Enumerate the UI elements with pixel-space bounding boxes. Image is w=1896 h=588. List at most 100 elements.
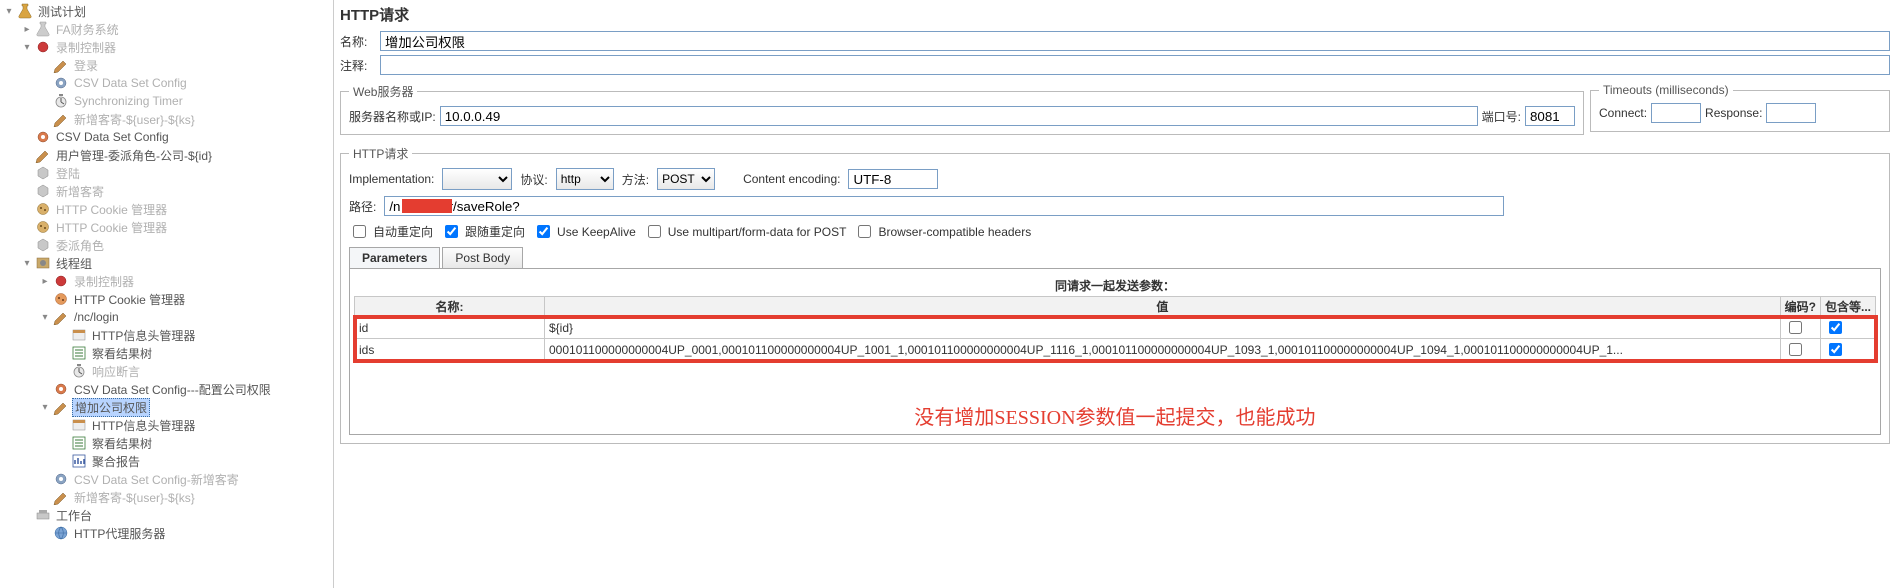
- tree-item[interactable]: ▾录制控制器: [4, 38, 333, 56]
- tree-item-label: 新增客寄: [54, 183, 106, 200]
- tree-item-label: HTTP信息头管理器: [90, 417, 197, 434]
- http-request-fieldset: HTTP请求 Implementation: 协议: http 方法: POST…: [340, 145, 1890, 444]
- col-encode-header: 编码?: [1780, 297, 1820, 317]
- header-icon: [71, 327, 87, 343]
- encoding-input[interactable]: [848, 169, 938, 189]
- connect-input[interactable]: [1651, 103, 1701, 123]
- tree-item[interactable]: ▸录制控制器: [4, 272, 333, 290]
- tree-toggle-icon[interactable]: ▾: [22, 258, 32, 269]
- tree-item-label: 登陆: [54, 165, 82, 182]
- param-value-cell[interactable]: 000101100000000004UP_0001,00010110000000…: [545, 339, 1781, 361]
- tree-item-label: 新增客寄-${user}-${ks}: [72, 489, 197, 506]
- comment-input[interactable]: [380, 55, 1890, 75]
- tree-item-label: Synchronizing Timer: [72, 94, 185, 108]
- tree-item-label: 工作台: [54, 507, 94, 524]
- gear-red-icon: [35, 129, 51, 145]
- tree-item[interactable]: 响应断言: [4, 362, 333, 380]
- tree-item[interactable]: 聚合报告: [4, 452, 333, 470]
- gear-red-icon: [53, 381, 69, 397]
- tree-item[interactable]: 登陆: [4, 164, 333, 182]
- tree-item[interactable]: 用户管理-委派角色-公司-${id}: [4, 146, 333, 164]
- tree-item[interactable]: HTTP信息头管理器: [4, 416, 333, 434]
- tree-item[interactable]: 察看结果树: [4, 344, 333, 362]
- params-table[interactable]: 名称: 值 编码? 包含等... id${id}ids0001011000000…: [354, 296, 1876, 361]
- pencil-icon: [53, 489, 69, 505]
- tree-item[interactable]: Synchronizing Timer: [4, 92, 333, 110]
- tree-toggle-icon[interactable]: ▸: [22, 24, 32, 35]
- proxy-icon: [53, 525, 69, 541]
- tree-item[interactable]: HTTP代理服务器: [4, 524, 333, 542]
- tree-item[interactable]: 登录: [4, 56, 333, 74]
- rec-icon: [53, 273, 69, 289]
- tree-toggle-icon[interactable]: ▾: [40, 312, 50, 323]
- tree-toggle-icon[interactable]: ▸: [40, 276, 50, 287]
- tree-item[interactable]: HTTP信息头管理器: [4, 326, 333, 344]
- cube-icon: [35, 237, 51, 253]
- tree-item[interactable]: ▸ FA财务系统: [4, 20, 333, 38]
- flask-grey-icon: [35, 21, 51, 37]
- param-include-cell[interactable]: [1820, 339, 1875, 361]
- implementation-label: Implementation:: [349, 172, 434, 186]
- multipart-checkbox[interactable]: Use multipart/form-data for POST: [644, 222, 847, 241]
- tree-toggle-icon[interactable]: ▾: [22, 42, 32, 53]
- gear-icon: [53, 75, 69, 91]
- implementation-select[interactable]: [442, 168, 512, 190]
- tree-item-label: 登录: [72, 57, 100, 74]
- param-include-cell[interactable]: [1820, 317, 1875, 339]
- tree-item[interactable]: HTTP Cookie 管理器: [4, 290, 333, 308]
- port-label: 端口号:: [1482, 108, 1521, 125]
- tree-item[interactable]: ▾线程组: [4, 254, 333, 272]
- tab-parameters[interactable]: Parameters: [349, 247, 440, 268]
- tree-item[interactable]: 察看结果树: [4, 434, 333, 452]
- protocol-select[interactable]: http: [556, 168, 614, 190]
- bench-icon: [35, 507, 51, 523]
- tree-item[interactable]: 新增客寄-${user}-${ks}: [4, 110, 333, 128]
- tree-item[interactable]: CSV Data Set Config-新增客寄: [4, 470, 333, 488]
- http-request-editor: HTTP请求 名称: 注释: Web服务器 服务器名称或IP: 端口号: Tim…: [334, 0, 1896, 588]
- tree-toggle-icon[interactable]: ▾: [40, 402, 50, 413]
- browser-compat-checkbox[interactable]: Browser-compatible headers: [854, 222, 1031, 241]
- tree-item[interactable]: HTTP Cookie 管理器: [4, 200, 333, 218]
- path-input[interactable]: [384, 196, 1504, 216]
- tree-item[interactable]: ▾增加公司权限: [4, 398, 333, 416]
- tree-item[interactable]: CSV Data Set Config: [4, 74, 333, 92]
- tree-item-label: HTTP Cookie 管理器: [54, 201, 169, 218]
- tree-item[interactable]: ▾测试计划: [4, 2, 333, 20]
- pencil-icon: [53, 111, 69, 127]
- param-encode-cell[interactable]: [1780, 339, 1820, 361]
- tree-item-label: 委派角色: [54, 237, 106, 254]
- response-input[interactable]: [1766, 103, 1816, 123]
- http-request-legend: HTTP请求: [349, 145, 412, 162]
- table-row[interactable]: ids000101100000000004UP_0001,00010110000…: [355, 339, 1876, 361]
- tree-toggle-icon[interactable]: ▾: [4, 6, 14, 17]
- tab-post-body[interactable]: Post Body: [442, 247, 523, 268]
- tree-item-label: 新增客寄-${user}-${ks}: [72, 111, 197, 128]
- tree-item[interactable]: ▾/nc/login: [4, 308, 333, 326]
- tree-item-label: 聚合报告: [90, 453, 142, 470]
- auto-redirect-checkbox[interactable]: 自动重定向: [349, 222, 433, 241]
- tree-item[interactable]: CSV Data Set Config: [4, 128, 333, 146]
- port-input[interactable]: [1525, 106, 1575, 126]
- tree-item[interactable]: 委派角色: [4, 236, 333, 254]
- tree-item[interactable]: CSV Data Set Config---配置公司权限: [4, 380, 333, 398]
- server-ip-input[interactable]: [440, 106, 1478, 126]
- page-title: HTTP请求: [340, 4, 1890, 25]
- param-name-cell[interactable]: ids: [355, 339, 545, 361]
- tree-item[interactable]: HTTP Cookie 管理器: [4, 218, 333, 236]
- table-row[interactable]: id${id}: [355, 317, 1876, 339]
- param-name-cell[interactable]: id: [355, 317, 545, 339]
- method-select[interactable]: POST: [657, 168, 715, 190]
- param-value-cell[interactable]: ${id}: [545, 317, 1781, 339]
- test-plan-tree[interactable]: ▾测试计划▸FA财务系统▾录制控制器登录CSV Data Set ConfigS…: [0, 0, 334, 588]
- name-input[interactable]: [380, 31, 1890, 51]
- keepalive-checkbox[interactable]: Use KeepAlive: [533, 222, 636, 241]
- response-label: Response:: [1705, 106, 1762, 120]
- tree-item[interactable]: 新增客寄: [4, 182, 333, 200]
- tree-res-icon: [71, 345, 87, 361]
- param-encode-cell[interactable]: [1780, 317, 1820, 339]
- tree-item[interactable]: 新增客寄-${user}-${ks}: [4, 488, 333, 506]
- follow-redirect-checkbox[interactable]: 跟随重定向: [441, 222, 525, 241]
- tree-item[interactable]: 工作台: [4, 506, 333, 524]
- tree-item-label: FA财务系统: [54, 21, 121, 38]
- tree-item-label: 用户管理-委派角色-公司-${id}: [54, 147, 214, 164]
